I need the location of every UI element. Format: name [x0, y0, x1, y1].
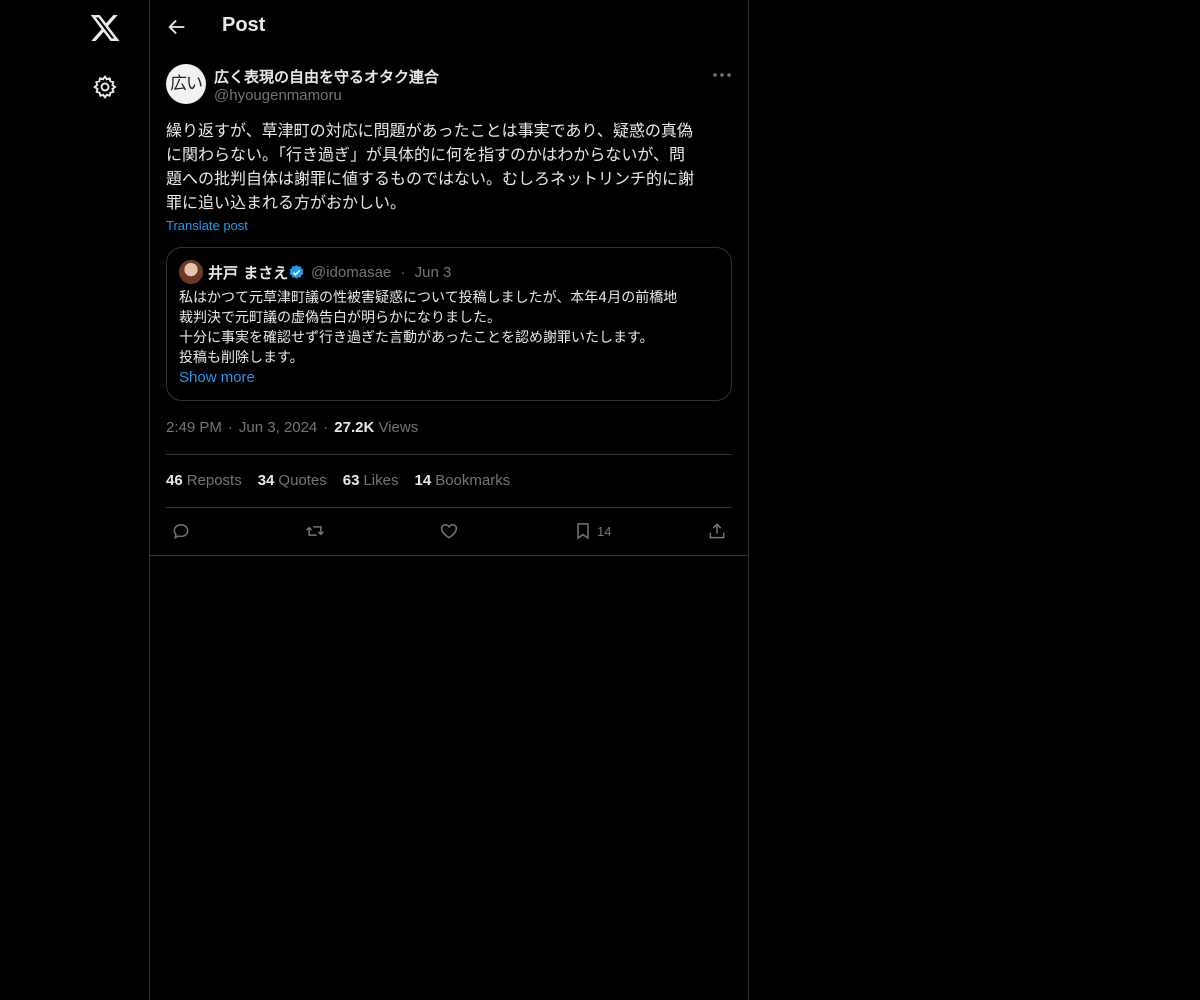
heart-icon [440, 523, 458, 539]
post-time[interactable]: 2:49 PM [166, 419, 222, 436]
timestamp-row: 2:49 PM · Jun 3, 2024 · 27.2K Views [166, 419, 418, 436]
views-count: 27.2K [334, 419, 375, 436]
divider [166, 454, 732, 455]
author-handle[interactable]: @hyougenmamoru [214, 87, 342, 104]
quote-handle[interactable]: @idomasae [311, 264, 391, 281]
stat-likes[interactable]: 63 Likes [343, 472, 399, 489]
stat-label: Quotes [278, 472, 327, 489]
header: Post [150, 0, 748, 53]
divider [166, 507, 732, 508]
x-logo-icon[interactable] [89, 12, 121, 44]
separator: · [227, 419, 233, 436]
separator: · [400, 264, 406, 281]
back-arrow-icon[interactable] [166, 16, 188, 38]
divider [150, 555, 748, 556]
left-nav [0, 0, 149, 1000]
reply-button[interactable] [171, 519, 191, 543]
page-title: Post [222, 14, 266, 36]
quoted-post[interactable]: 井戸 まさえ @idomasae · Jun 3 私はかつて元草津町議の性被害疑… [166, 247, 732, 401]
stat-bookmarks[interactable]: 14 Bookmarks [415, 472, 511, 489]
engagement-stats: 46 Reposts 34 Quotes 63 Likes 14 Bookmarks [166, 472, 526, 489]
quote-date[interactable]: Jun 3 [415, 264, 452, 281]
like-button[interactable] [439, 519, 459, 543]
translate-post-link[interactable]: Translate post [166, 218, 248, 233]
stat-count: 34 [257, 472, 275, 489]
app-root: Post 広い 広く表現の自由を守るオタク連合 @hyougenmamoru 繰… [0, 0, 1200, 1000]
views-label: Views [378, 419, 419, 436]
quote-author-name[interactable]: 井戸 まさえ [208, 262, 288, 283]
stat-label: Reposts [186, 472, 242, 489]
action-bar: 14 [166, 519, 732, 543]
quote-avatar[interactable] [179, 260, 203, 284]
stat-count: 46 [166, 472, 183, 489]
stat-quotes[interactable]: 34 Quotes [258, 472, 327, 489]
quote-text: 私はかつて元草津町議の性被害疑惑について投稿しましたが、本年4月の前橋地 裁判決… [179, 290, 678, 366]
stat-label: Bookmarks [435, 472, 511, 489]
stat-reposts[interactable]: 46 Reposts [166, 472, 242, 489]
quote-meta: @idomasae · Jun 3 [311, 264, 451, 281]
separator: · [323, 419, 329, 436]
show-more-link[interactable]: Show more [179, 369, 255, 386]
post-date[interactable]: Jun 3, 2024 [239, 419, 317, 436]
bookmark-count: 14 [597, 523, 612, 539]
verified-badge-icon [289, 265, 304, 279]
main-column: Post 広い 広く表現の自由を守るオタク連合 @hyougenmamoru 繰… [149, 0, 749, 1000]
reply-icon [173, 523, 189, 540]
bookmark-button[interactable]: 14 [573, 519, 611, 543]
more-options-icon[interactable] [712, 68, 732, 82]
stat-count: 63 [342, 472, 360, 489]
repost-button[interactable] [305, 519, 325, 543]
author-name[interactable]: 広く表現の自由を守るオタク連合 [214, 66, 439, 87]
bookmark-icon [577, 523, 589, 540]
stat-label: Likes [363, 472, 399, 489]
avatar[interactable]: 広い [166, 64, 206, 104]
gear-icon[interactable] [92, 74, 118, 100]
post-text: 繰り返すが、草津町の対応に問題があったことは事実であり、疑惑の真偽 に関わらない… [166, 121, 695, 212]
repost-icon [306, 526, 324, 536]
stat-count: 14 [414, 472, 432, 489]
share-icon [709, 523, 725, 539]
share-button[interactable] [707, 519, 727, 543]
